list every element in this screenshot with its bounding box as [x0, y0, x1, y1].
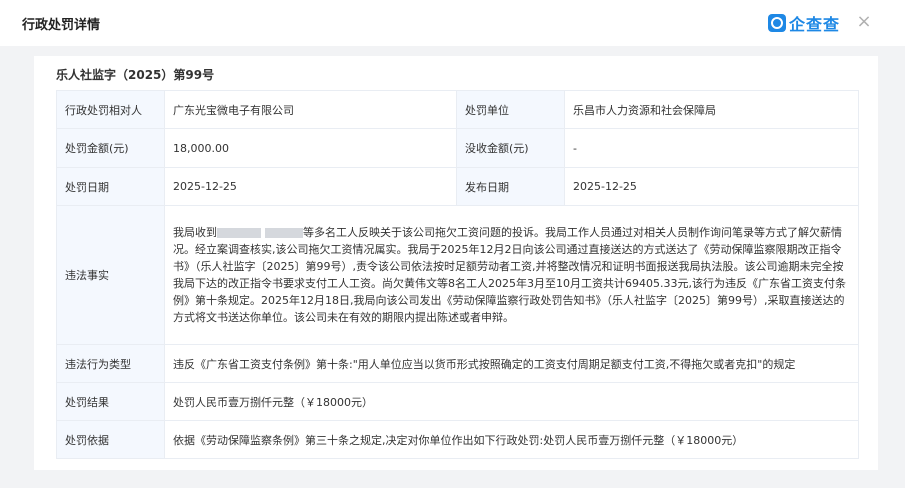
- date-value: 2025-12-25: [164, 167, 457, 206]
- penalty-detail-table: 行政处罚相对人 广东光宝微电子有限公司 处罚单位 乐昌市人力资源和社会保障局 处…: [56, 90, 859, 459]
- amount-value: 18,000.00: [164, 128, 457, 168]
- unit-value: 乐昌市人力资源和社会保障局: [564, 90, 859, 129]
- table-row: 处罚金额(元) 18,000.00 没收金额(元) -: [56, 128, 859, 168]
- facts-prefix: 我局收到: [173, 226, 217, 239]
- confiscation-label: 没收金额(元): [456, 128, 565, 168]
- document-number: 乐人社监字（2025）第99号: [56, 68, 215, 82]
- type-label: 违法行为类型: [56, 344, 165, 383]
- result-label: 处罚结果: [56, 382, 165, 421]
- table-row: 处罚日期 2025-12-25 发布日期 2025-12-25: [56, 167, 859, 206]
- facts-label: 违法事实: [56, 205, 165, 345]
- table-row: 处罚结果 处罚人民币壹万捌仟元整（￥18000元）: [56, 382, 859, 421]
- header: 行政处罚详情 企查查 ×: [0, 0, 905, 46]
- publish-value: 2025-12-25: [564, 167, 859, 206]
- basis-label: 处罚依据: [56, 420, 165, 459]
- penalty-detail-card: 乐人社监字（2025）第99号 行政处罚相对人 广东光宝微电子有限公司 处罚单位…: [34, 56, 878, 470]
- close-icon[interactable]: ×: [853, 11, 875, 33]
- logo-text: 企查查: [789, 15, 841, 34]
- qichacha-logo[interactable]: 企查查: [768, 12, 840, 34]
- facts-value: 我局收到 等多名工人反映关于该公司拖欠工资问题的投诉。我局工作人员通过对相关人员制…: [164, 205, 859, 345]
- amount-label: 处罚金额(元): [56, 128, 165, 168]
- table-row: 行政处罚相对人 广东光宝微电子有限公司 处罚单位 乐昌市人力资源和社会保障局: [56, 90, 859, 129]
- redacted-name-mask: [265, 228, 303, 238]
- page-title: 行政处罚详情: [22, 18, 101, 33]
- basis-value: 依据《劳动保障监察条例》第三十条之规定,决定对你单位作出如下行政处罚:处罚人民币…: [164, 420, 859, 459]
- search-logo-icon: [768, 14, 786, 32]
- confiscation-value: -: [564, 128, 859, 168]
- publish-label: 发布日期: [456, 167, 565, 206]
- redacted-name-mask: [217, 228, 261, 238]
- party-link[interactable]: 广东光宝微电子有限公司: [164, 90, 457, 129]
- result-value: 处罚人民币壹万捌仟元整（￥18000元）: [164, 382, 859, 421]
- date-label: 处罚日期: [56, 167, 165, 206]
- facts-body: 等多名工人反映关于该公司拖欠工资问题的投诉。我局工作人员通过对相关人员制作询问笔…: [173, 226, 846, 324]
- table-row: 处罚依据 依据《劳动保障监察条例》第三十条之规定,决定对你单位作出如下行政处罚:…: [56, 420, 859, 459]
- type-value: 违反《广东省工资支付条例》第十条:"用人单位应当以货币形式按照确定的工资支付周期…: [164, 344, 859, 383]
- table-row: 违法事实 我局收到 等多名工人反映关于该公司拖欠工资问题的投诉。我局工作人员通过对…: [56, 205, 859, 345]
- unit-label: 处罚单位: [456, 90, 565, 129]
- table-row: 违法行为类型 违反《广东省工资支付条例》第十条:"用人单位应当以货币形式按照确定…: [56, 344, 859, 383]
- party-label: 行政处罚相对人: [56, 90, 165, 129]
